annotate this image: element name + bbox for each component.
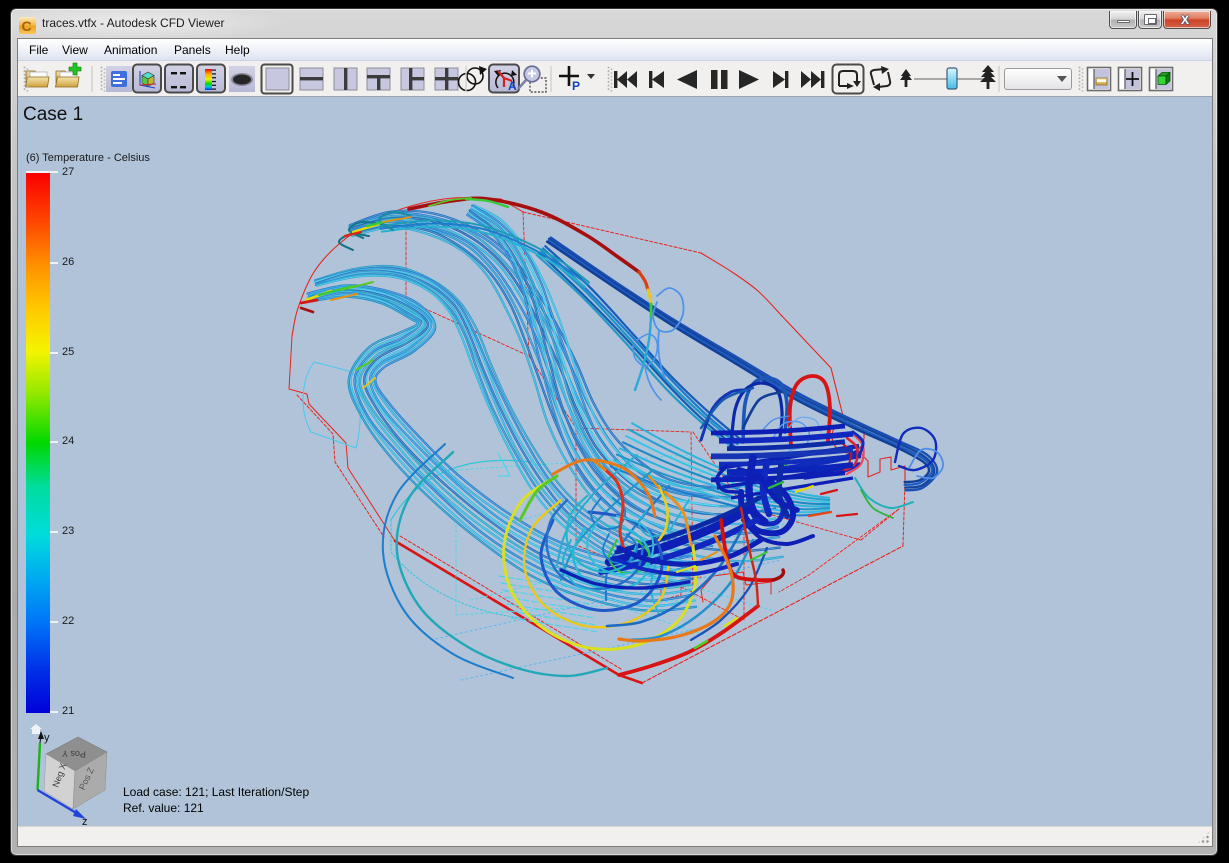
svg-text:A: A xyxy=(508,79,517,93)
svg-text:P: P xyxy=(572,79,580,93)
svg-text:Pos Y: Pos Y xyxy=(62,749,86,760)
svg-text:z: z xyxy=(82,816,88,826)
svg-text:y: y xyxy=(44,732,50,744)
